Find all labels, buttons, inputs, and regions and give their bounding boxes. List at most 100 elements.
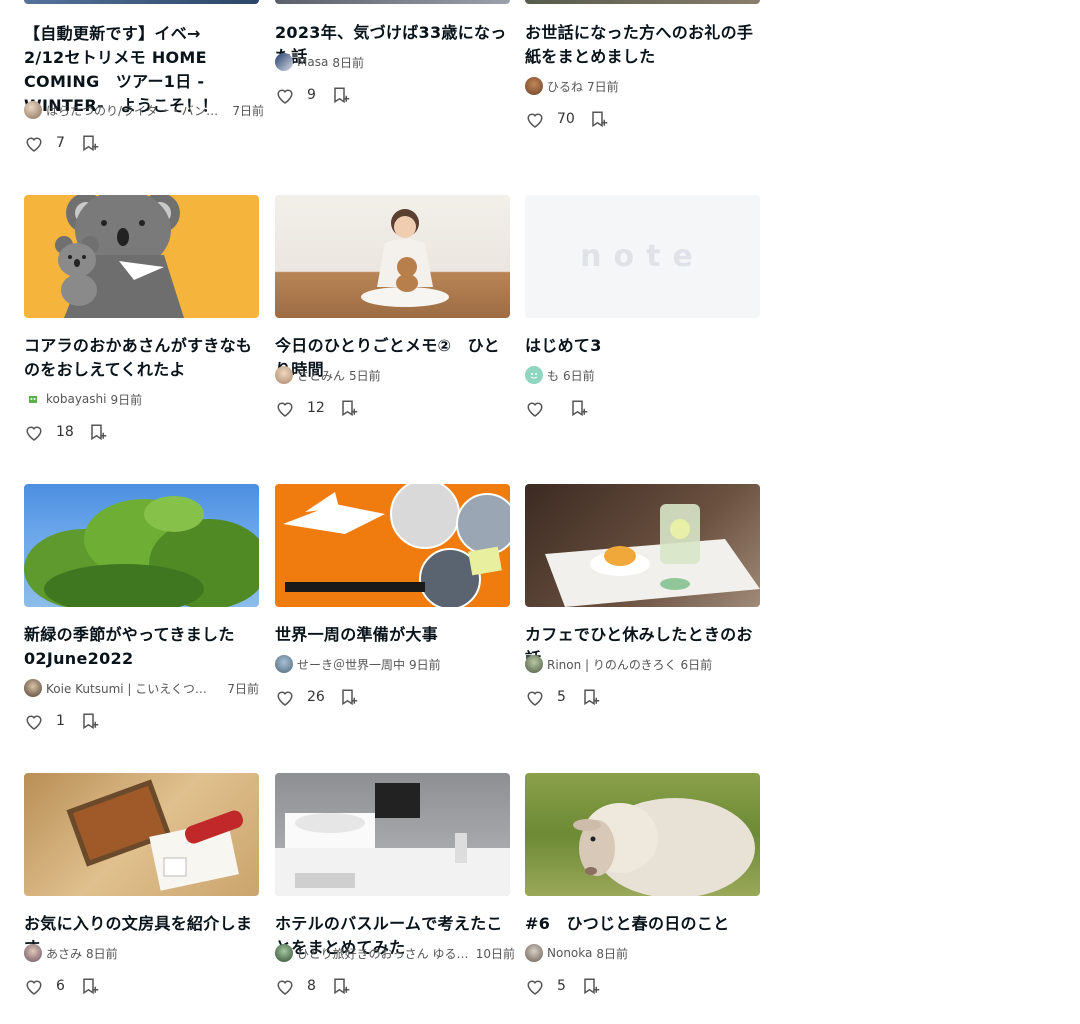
like-button[interactable] [24,711,44,731]
add-to-magazine-icon [83,978,99,995]
add-to-magazine-button[interactable] [80,133,100,153]
card-title[interactable]: #6 ひつじと春の日のこと [525,912,760,936]
card-author[interactable]: Koie Kutsumi | こいえくつみ（デザイナー・ライター） 7日前 [24,678,259,698]
add-to-magazine-button[interactable] [80,711,100,731]
add-to-magazine-icon [83,713,99,730]
card-title[interactable]: お世話になった方へのお礼の手紙をまとめました [525,21,760,69]
card-thumbnail[interactable] [275,0,510,4]
author-avatar[interactable] [525,77,543,95]
card-actions: 5 [525,685,601,709]
author-avatar[interactable] [24,101,42,119]
author-name[interactable]: も [547,367,559,384]
post-time: 10日前 [475,946,515,961]
card-thumbnail[interactable] [275,484,510,607]
like-button[interactable] [525,976,545,996]
add-to-magazine-button[interactable] [339,398,359,418]
author-avatar[interactable] [275,655,293,673]
card-author[interactable]: Nonoka 8日前 [525,943,765,963]
add-to-magazine-button[interactable] [589,109,609,129]
card-author[interactable]: せーき＠世界一周中 9日前 [275,654,515,674]
card-title[interactable]: はじめて3 [525,334,760,358]
card-author[interactable]: あさみ 8日前 [24,943,264,963]
author-name[interactable]: はらたつのり/ライター・バンドマン・おいしいの人 [46,102,228,119]
author-name[interactable]: さとみん [297,367,345,384]
heart-icon [527,113,543,128]
card-thumbnail[interactable]: note [525,195,760,318]
author-name[interactable]: Masa [297,55,328,69]
author-avatar[interactable] [24,944,42,962]
add-to-magazine-icon [334,87,350,104]
like-count: 26 [307,689,325,705]
author-avatar[interactable] [525,655,543,673]
author-avatar[interactable] [24,679,42,697]
card-author[interactable]: も 6日前 [525,365,765,385]
like-button[interactable] [275,687,295,707]
card-thumbnail[interactable] [24,195,259,318]
like-button[interactable] [525,109,545,129]
like-button[interactable] [275,398,295,418]
author-name[interactable]: kobayashi [46,392,106,406]
koala-illustration [55,195,184,318]
stationery-photo [66,779,244,891]
author-name[interactable]: Koie Kutsumi | こいえくつみ（デザイナー・ライター） [46,680,217,697]
author-name[interactable]: せーき＠世界一周中 [297,656,405,673]
heart-icon [26,137,42,152]
add-to-magazine-button[interactable] [88,422,108,442]
post-time: 6日前 [563,368,595,383]
card-author[interactable]: ひとり旅好きのおっさん ゆるゆる旅 10日前 [275,943,515,963]
card-thumbnail[interactable] [525,773,760,896]
card-author[interactable]: はらたつのり/ライター・バンドマン・おいしいの人 7日前 [24,100,264,120]
like-button[interactable] [525,687,545,707]
card-thumbnail[interactable] [525,484,760,607]
card-author[interactable]: kobayashi 9日前 [24,389,264,409]
author-avatar[interactable] [275,944,293,962]
person-with-teddy-photo [361,209,449,307]
card-thumbnail[interactable] [275,773,510,896]
hotel-bathroom-photo [275,783,510,896]
author-avatar[interactable] [525,366,543,384]
card-author[interactable]: Masa 8日前 [275,52,515,72]
add-to-magazine-button[interactable] [581,687,601,707]
author-avatar[interactable] [275,53,293,71]
add-to-magazine-icon [342,400,358,417]
card-thumbnail[interactable] [525,0,760,4]
heart-icon [277,691,293,706]
like-count: 9 [307,87,316,103]
like-button[interactable] [275,85,295,105]
author-name[interactable]: あさみ [46,945,82,962]
add-to-magazine-button[interactable] [331,85,351,105]
add-to-magazine-button[interactable] [339,687,359,707]
add-to-magazine-button[interactable] [569,398,589,418]
author-name[interactable]: ひるね [547,78,583,95]
author-avatar[interactable] [275,366,293,384]
card-author[interactable]: さとみん 5日前 [275,365,515,385]
card-thumbnail[interactable] [24,773,259,896]
like-button[interactable] [525,398,545,418]
author-name[interactable]: Nonoka [547,946,592,960]
author-avatar[interactable] [525,944,543,962]
post-time: 9日前 [110,392,143,407]
card-author[interactable]: Rinon | りのんのきろく 6日前 [525,654,765,674]
card-actions: 12 [275,396,359,420]
like-button[interactable] [275,976,295,996]
card-title[interactable]: 新緑の季節がやってきました 02June2022 [24,623,259,671]
like-count: 8 [307,978,316,994]
add-to-magazine-button[interactable] [331,976,351,996]
green-tree-photo [24,496,259,607]
card-title[interactable]: 世界一周の準備が大事 [275,623,510,647]
card-title[interactable]: コアラのおかあさんがすきなものをおしえてくれたよ [24,334,259,382]
card-author[interactable]: ひるね 7日前 [525,76,765,96]
card-thumbnail[interactable] [275,195,510,318]
add-to-magazine-button[interactable] [581,976,601,996]
author-name[interactable]: Rinon | りのんのきろく [547,656,677,673]
like-count: 12 [307,400,325,416]
like-button[interactable] [24,422,44,442]
author-name[interactable]: ひとり旅好きのおっさん ゆるゆる旅 [297,945,472,962]
author-avatar[interactable] [24,390,42,408]
card-thumbnail[interactable] [24,0,259,4]
like-button[interactable] [24,976,44,996]
like-button[interactable] [24,133,44,153]
card-thumbnail[interactable] [24,484,259,607]
like-count: 5 [557,978,566,994]
add-to-magazine-button[interactable] [80,976,100,996]
